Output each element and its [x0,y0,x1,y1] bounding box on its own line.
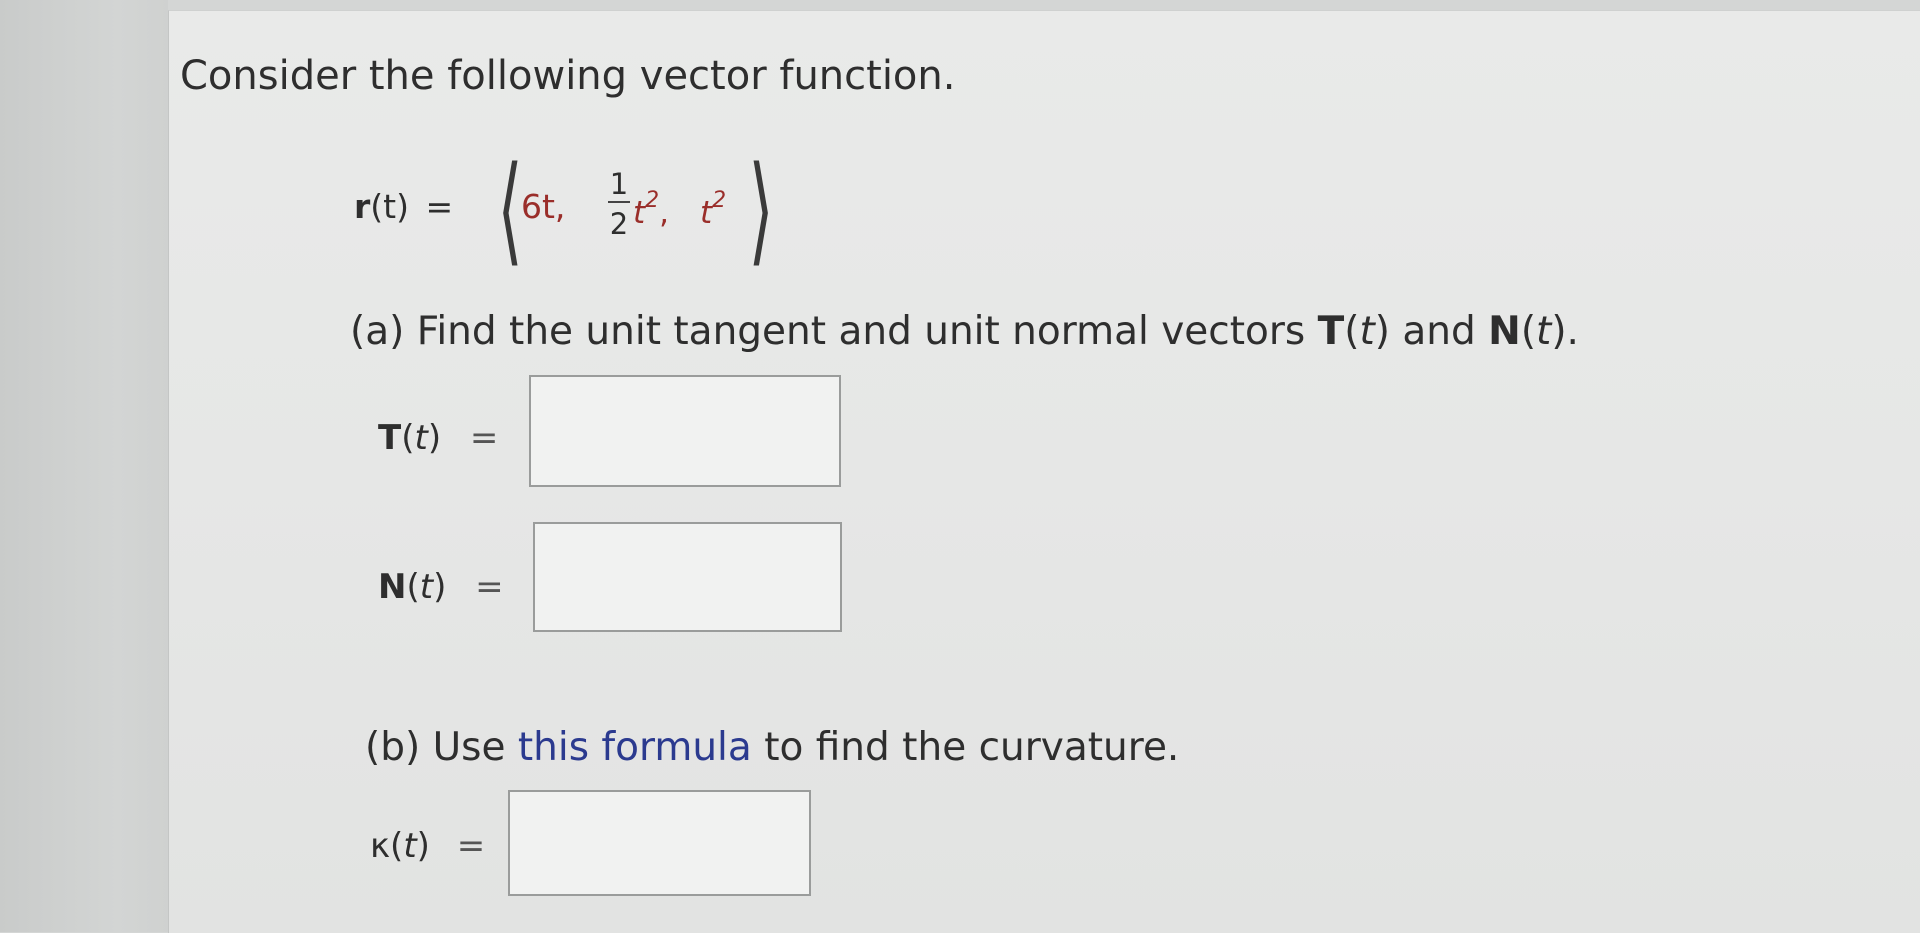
N-answer-field[interactable] [533,522,842,632]
N-label-sym: N [378,567,407,607]
kappa-label-open: ( [390,826,404,866]
function-equals: = [425,187,454,226]
fraction-denominator: 2 [609,207,629,241]
kappa-label: κ(t) = [370,829,485,863]
N-label-open: ( [406,567,420,607]
T-label-open: ( [401,418,415,458]
component-2-var: t [633,195,646,231]
part-a-tail: . [1566,309,1579,354]
part-a-N: N [1488,309,1521,354]
T-label-close: ) [427,418,442,458]
part-a-t2: t [1536,309,1552,354]
T-label-equals: = [469,418,499,458]
kappa-label-close: ) [416,826,430,866]
part-b-prompt: (b) Use this formula to find the curvatu… [365,728,1179,767]
fraction-numerator: 1 [609,167,629,201]
question-panel [168,10,1920,933]
background-left-margin [0,0,168,932]
component-2-comma: , [659,195,670,231]
part-a-prompt: (a) Find the unit tangent and unit norma… [350,309,1579,354]
part-b-suffix: to find the curvature. [751,725,1180,770]
part-a-and: and [1390,309,1489,354]
function-lhs: r(t) = [354,190,453,223]
function-arg: (t) [370,187,409,226]
component-2: t2, [633,190,670,231]
component-1: 6t, [521,187,566,226]
kappa-label-var: t [403,826,417,866]
part-a-t1: t [1359,309,1375,354]
part-b-prefix: (b) Use [365,725,518,770]
kappa-label-sym: κ [370,826,391,866]
N-label-equals: = [475,567,504,607]
N-label-var: t [419,567,434,607]
component-3: t2 [700,190,726,231]
right-angle-bracket-icon: ⟩ [748,140,774,278]
fraction-bar [608,201,630,203]
component-3-var: t [700,195,713,231]
function-name: r [354,187,371,226]
kappa-label-equals: = [456,826,486,866]
component-3-exp: 2 [712,188,727,213]
T-label: T(t) = [378,421,498,455]
left-angle-bracket-icon: ⟨ [497,140,523,278]
formula-link[interactable]: this formula [518,725,752,770]
question-intro: Consider the following vector function. [180,53,956,99]
T-label-sym: T [378,418,402,458]
N-label: N(t) = [378,570,504,604]
T-label-var: t [414,418,428,458]
component-2-exp: 2 [645,188,660,213]
part-a-prefix: (a) Find the unit tangent and unit norma… [350,309,1318,354]
N-label-close: ) [433,567,447,607]
part-a-T: T [1317,309,1345,354]
T-answer-field[interactable] [529,375,841,487]
kappa-answer-field[interactable] [508,790,811,896]
